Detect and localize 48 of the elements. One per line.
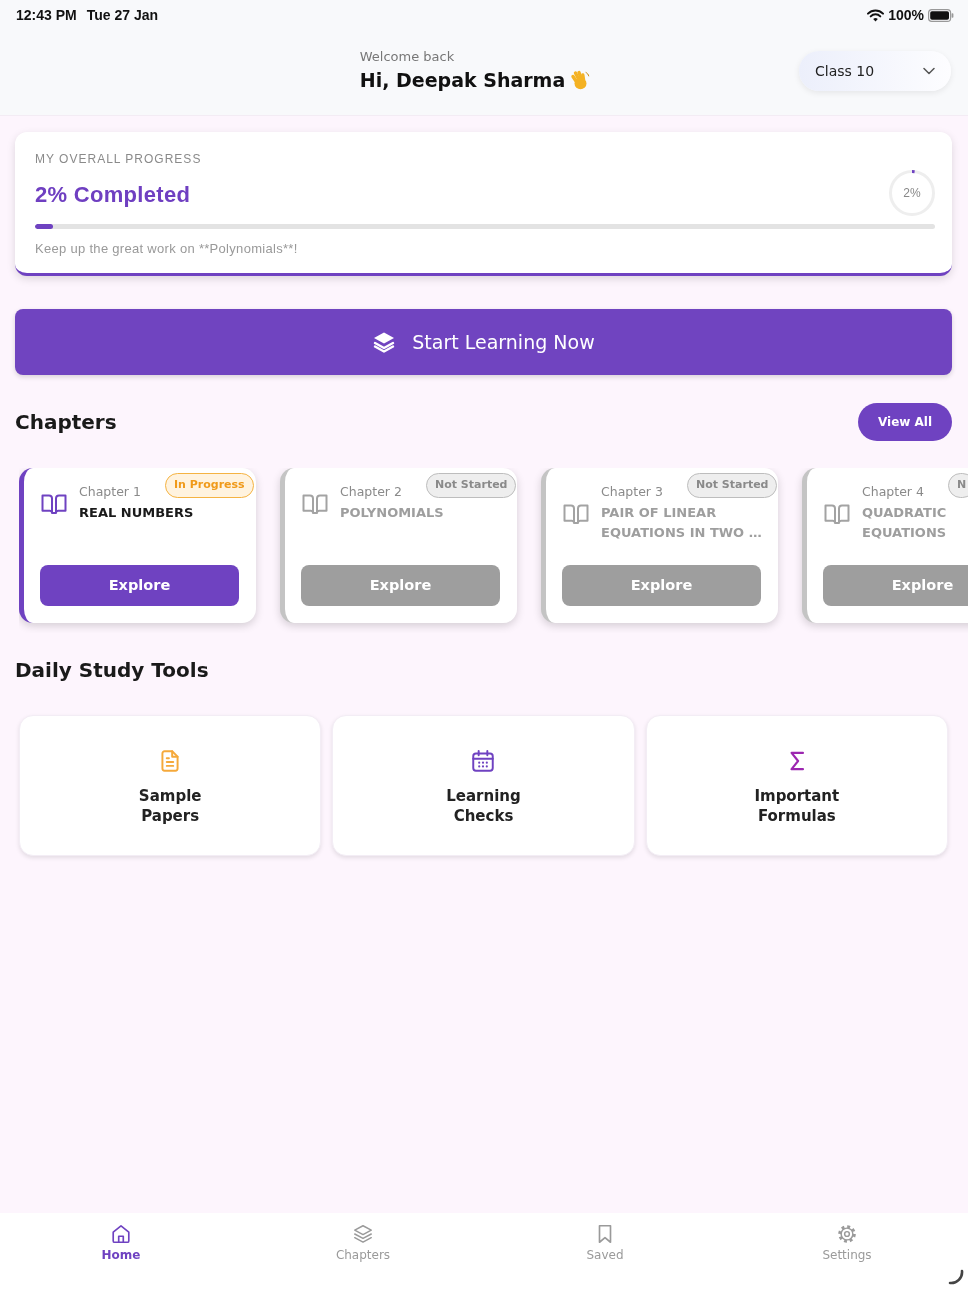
status-badge: In Progress	[165, 473, 254, 498]
chapter-number: Chapter 3	[601, 484, 663, 500]
layers-icon	[372, 330, 397, 354]
tool-label: Learning Checks	[445, 786, 522, 826]
ring-percent-label: 2%	[903, 185, 921, 202]
waving-hand-icon	[569, 69, 592, 91]
chapter-card[interactable]: Chapter 4 N QUADRATIC EQUATIONS Explore	[802, 468, 968, 623]
chapter-number: Chapter 1	[79, 484, 141, 500]
study-tool-card[interactable]: Sample Papers	[19, 715, 322, 856]
chapter-number: Chapter 4	[862, 484, 924, 500]
progress-title: 2% Completed	[35, 182, 192, 208]
home-icon	[110, 1223, 132, 1245]
wifi-icon	[867, 8, 885, 22]
tool-label: Important Formulas	[753, 786, 841, 826]
battery-percent: 100%	[888, 5, 924, 25]
tool-label: Sample Papers	[137, 786, 203, 826]
status-time: 12:43 PM	[16, 5, 77, 25]
settings-icon	[836, 1223, 858, 1245]
progress-ring	[889, 170, 935, 216]
chapter-title: POLYNOMIALS	[340, 504, 445, 522]
battery-icon	[928, 8, 954, 22]
greeting-title: Hi, Deepak Sharma	[359, 68, 566, 93]
status-badge: N	[948, 473, 968, 498]
view-all-button[interactable]: View All	[858, 403, 952, 441]
status-badge: Not Started	[687, 473, 778, 498]
status-date: Tue 27 Jan	[86, 5, 159, 25]
study-tool-card[interactable]: Important Formulas	[645, 715, 948, 856]
chapter-card[interactable]: Chapter 2 Not Started POLYNOMIALS Explore	[280, 468, 517, 623]
chapter-number: Chapter 2	[340, 484, 402, 500]
start-learning-button[interactable]: Start Learning Now	[15, 309, 952, 375]
class-dropdown[interactable]: Class 10	[799, 51, 951, 91]
progress-label: MY OVERALL PROGRESS	[35, 152, 202, 166]
chapter-title: REAL NUMBERS	[79, 504, 195, 522]
chapter-title: QUADRATIC EQUATIONS	[862, 504, 948, 542]
progress-note: Keep up the great work on **Polynomials**!	[35, 241, 299, 257]
section-title: Daily Study Tools	[15, 657, 210, 684]
nav-tab[interactable]: Home	[0, 1213, 242, 1290]
explore-button[interactable]: Explore	[40, 565, 239, 606]
chapter-card[interactable]: Chapter 1 In Progress REAL NUMBERS Explore	[19, 468, 256, 623]
welcome-subtitle: Welcome back	[359, 48, 456, 66]
layers-icon	[352, 1223, 374, 1245]
loading-spinner-icon	[948, 1269, 964, 1285]
study-tool-card[interactable]: Learning Checks	[332, 715, 635, 856]
chevron-down-icon	[923, 67, 935, 75]
chapter-title: PAIR OF LINEAR EQUATIONS IN TWO …	[601, 504, 763, 542]
chapter-card[interactable]: Chapter 3 Not Started PAIR OF LINEAR EQUATIONS IN TWO … Explore	[541, 468, 778, 623]
section-title: Chapters	[15, 409, 117, 436]
status-badge: Not Started	[426, 473, 517, 498]
